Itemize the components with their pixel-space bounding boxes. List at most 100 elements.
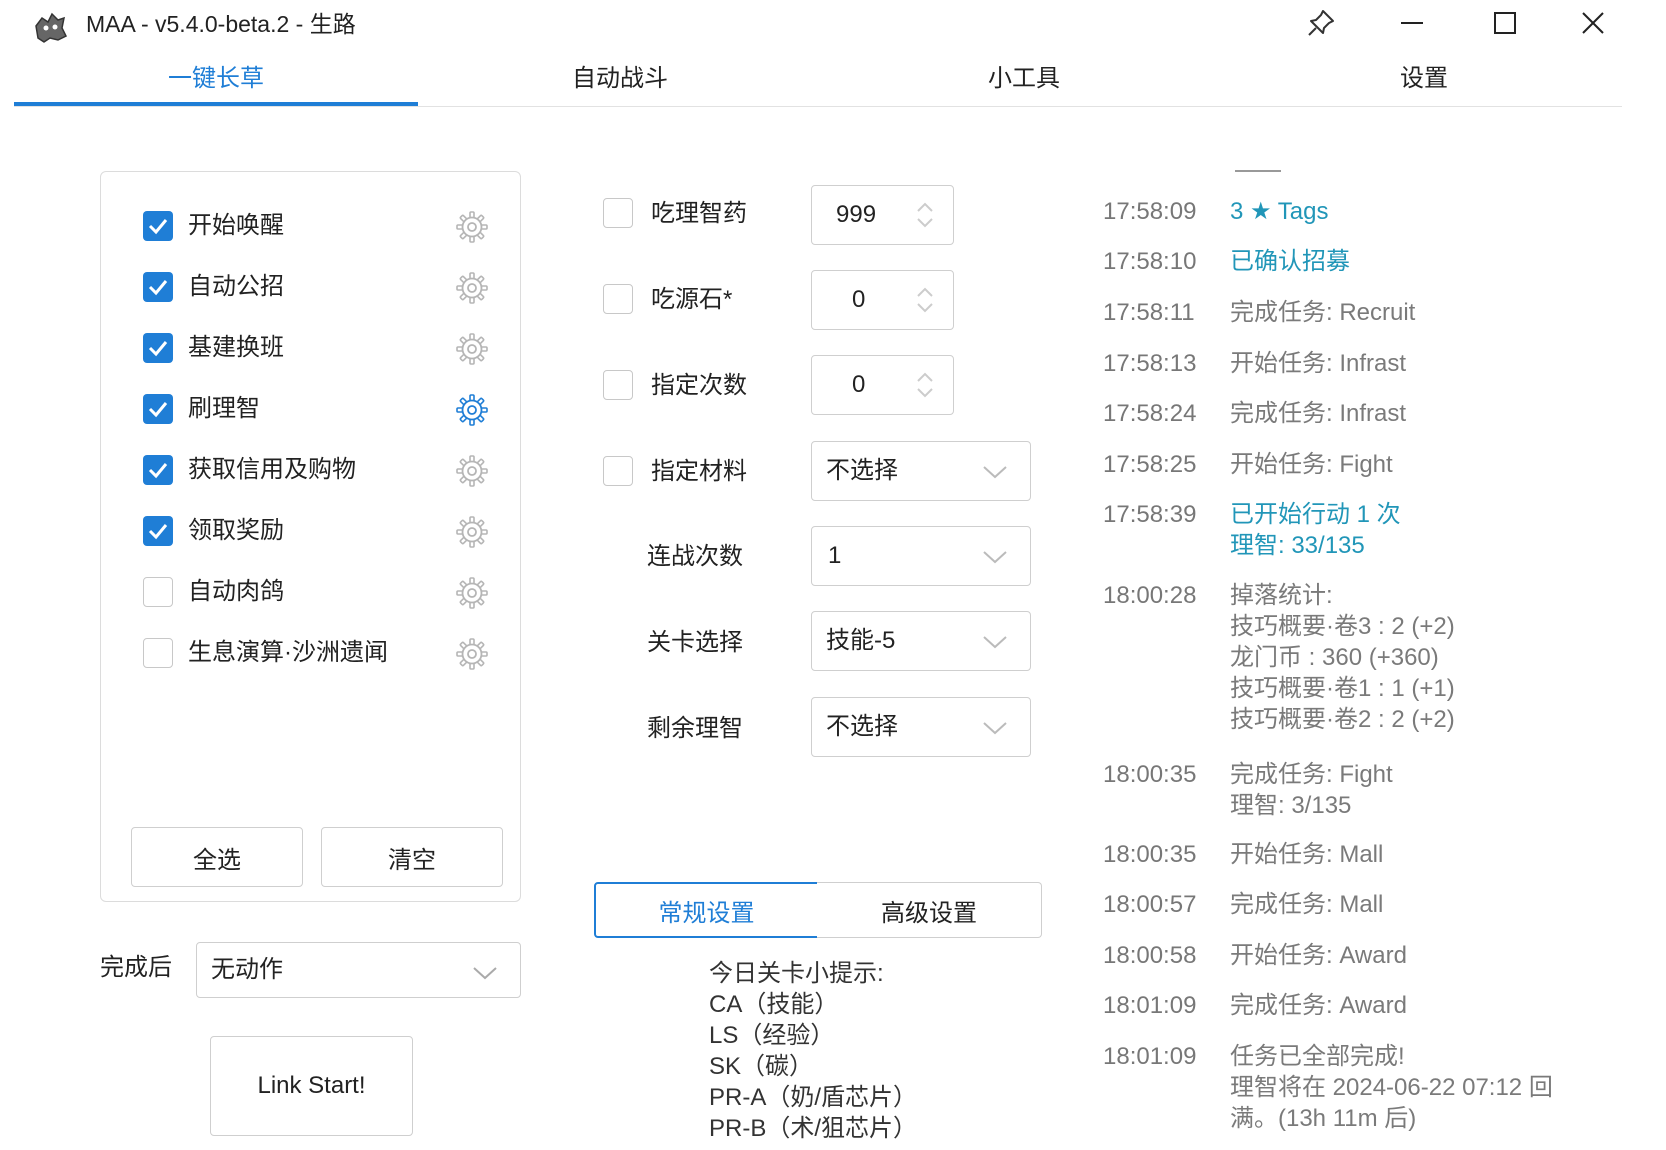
gear-icon[interactable] [455, 637, 489, 671]
task-row[interactable]: 开始唤醒 [143, 207, 498, 247]
task-checkbox[interactable] [143, 455, 173, 485]
log-message: 开始任务: Award [1230, 942, 1407, 969]
task-checkbox[interactable] [143, 638, 173, 668]
task-checkbox[interactable] [143, 577, 173, 607]
checkmark-icon [148, 463, 168, 479]
checkmark-icon [148, 341, 168, 357]
link-start-button[interactable]: Link Start! [210, 1036, 413, 1136]
times-checkbox[interactable] [603, 370, 633, 400]
task-checkbox[interactable] [143, 516, 173, 546]
gear-icon[interactable] [455, 210, 489, 244]
remaining-sanity-label: 剩余理智 [647, 715, 743, 742]
stone-count-input[interactable]: 0 [811, 270, 954, 330]
task-row[interactable]: 生息演算·沙洲遗闻 [143, 634, 498, 674]
gear-icon[interactable] [455, 271, 489, 305]
gear-icon[interactable] [455, 454, 489, 488]
log-timestamp: 18:01:09 [1103, 1043, 1197, 1070]
stage-dropdown[interactable]: 技能-5 [811, 611, 1031, 671]
tab-settings[interactable]: 设置 [1226, 58, 1622, 100]
log-timestamp: 18:00:35 [1103, 841, 1197, 868]
minimize-button[interactable] [1387, 4, 1437, 42]
log-timestamp: 18:00:28 [1103, 582, 1197, 609]
log-timestamp: 17:58:09 [1103, 198, 1197, 225]
task-checkbox[interactable] [143, 272, 173, 302]
material-label: 指定材料 [651, 458, 747, 485]
task-row[interactable]: 基建换班 [143, 329, 498, 369]
after-complete-label: 完成后 [100, 954, 172, 981]
task-checkbox[interactable] [143, 333, 173, 363]
chevron-down-icon [983, 466, 1007, 479]
clear-button[interactable]: 清空 [321, 827, 503, 887]
task-row[interactable]: 获取信用及购物 [143, 451, 498, 491]
spinner-icon[interactable] [915, 200, 935, 230]
material-value: 不选择 [826, 457, 898, 484]
log-message: 开始任务: Fight [1230, 451, 1393, 478]
chevron-down-icon [473, 967, 497, 980]
use-stone-label: 吃源石* [651, 286, 733, 313]
log-timestamp: 18:00:58 [1103, 942, 1197, 969]
stage-value: 技能-5 [826, 627, 896, 654]
log-timestamp: 18:01:09 [1103, 992, 1197, 1019]
log-message: 已确认招募 [1230, 248, 1350, 275]
medicine-count-input[interactable]: 999 [811, 185, 954, 245]
spinner-icon[interactable] [915, 285, 935, 315]
log-timestamp: 17:58:13 [1103, 350, 1197, 377]
checkmark-icon [148, 219, 168, 235]
task-label: 自动肉鸽 [188, 578, 284, 605]
log-timestamp: 18:00:57 [1103, 891, 1197, 918]
material-dropdown[interactable]: 不选择 [811, 441, 1031, 501]
task-checkbox[interactable] [143, 394, 173, 424]
after-complete-dropdown[interactable]: 无动作 [196, 942, 521, 998]
log-message: 完成任务: Infrast [1230, 400, 1407, 427]
task-row[interactable]: 刷理智 [143, 390, 498, 430]
series-dropdown[interactable]: 1 [811, 526, 1031, 586]
task-checkbox[interactable] [143, 211, 173, 241]
gear-icon[interactable] [455, 393, 489, 427]
task-label: 获取信用及购物 [188, 456, 356, 483]
log-timestamp: 17:58:24 [1103, 400, 1197, 427]
task-row[interactable]: 领取奖励 [143, 512, 498, 552]
task-row[interactable]: 自动公招 [143, 268, 498, 308]
remaining-sanity-dropdown[interactable]: 不选择 [811, 697, 1031, 757]
stone-count-value: 0 [852, 286, 866, 313]
pin-icon [1308, 10, 1334, 36]
log-timestamp: 17:58:25 [1103, 451, 1197, 478]
tab-auto-battle[interactable]: 自动战斗 [418, 58, 822, 100]
daily-stage-tips: 今日关卡小提示: CA（技能） LS（经验） SK（碳） PR-A（奶/盾芯片）… [709, 960, 918, 1142]
stage-label: 关卡选择 [647, 629, 743, 656]
gear-icon[interactable] [455, 515, 489, 549]
log-message: 3 ★ Tags [1230, 198, 1329, 225]
close-button[interactable] [1568, 4, 1618, 42]
use-medicine-checkbox[interactable] [603, 198, 633, 228]
window-title: MAA - v5.4.0-beta.2 - 生路 [86, 11, 356, 37]
checkmark-icon [148, 280, 168, 296]
log-timestamp: 17:58:39 [1103, 501, 1197, 528]
series-value: 1 [828, 542, 842, 569]
task-label: 领取奖励 [188, 517, 284, 544]
tab-general-settings[interactable]: 常规设置 [594, 882, 819, 938]
remaining-sanity-value: 不选择 [826, 713, 898, 740]
use-medicine-label: 吃理智药 [651, 200, 747, 227]
gear-icon[interactable] [455, 576, 489, 610]
use-stone-checkbox[interactable] [603, 284, 633, 314]
chevron-down-icon [983, 722, 1007, 735]
task-label: 基建换班 [188, 334, 284, 361]
gear-icon[interactable] [455, 332, 489, 366]
log-scroll-cutoff [1235, 170, 1281, 172]
log-message: 完成任务: Recruit [1230, 299, 1416, 326]
times-value: 0 [852, 371, 866, 398]
task-row[interactable]: 自动肉鸽 [143, 573, 498, 613]
pin-button[interactable] [1296, 4, 1346, 42]
tab-advanced-settings[interactable]: 高级设置 [817, 882, 1042, 938]
maximize-button[interactable] [1480, 4, 1530, 42]
select-all-button[interactable]: 全选 [131, 827, 303, 887]
tab-farming[interactable]: 一键长草 [14, 58, 418, 100]
spinner-icon[interactable] [915, 370, 935, 400]
times-input[interactable]: 0 [811, 355, 954, 415]
tab-toolbox[interactable]: 小工具 [822, 58, 1226, 100]
chevron-down-icon [983, 636, 1007, 649]
material-checkbox[interactable] [603, 456, 633, 486]
log-message: 完成任务: Award [1230, 992, 1407, 1019]
checkmark-icon [148, 524, 168, 540]
log-timestamp: 18:00:35 [1103, 761, 1197, 788]
